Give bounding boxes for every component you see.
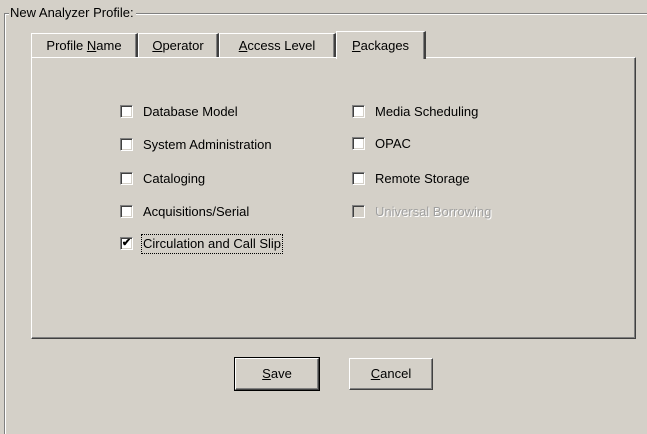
packages-panel: Database Model System Administration Cat… xyxy=(31,57,636,339)
package-label: Acquisitions/Serial xyxy=(143,204,250,219)
tab-operator[interactable]: Operator xyxy=(138,33,219,57)
database-model-checkbox[interactable] xyxy=(120,105,133,118)
cataloging-checkbox[interactable] xyxy=(120,172,133,185)
cancel-button[interactable]: Cancel xyxy=(349,358,433,390)
opac-checkbox[interactable] xyxy=(352,137,365,150)
tab-label: Access Level xyxy=(238,38,316,53)
save-button[interactable]: Save xyxy=(234,357,320,391)
tab-packages[interactable]: Packages xyxy=(336,31,426,59)
remote-storage-checkbox[interactable] xyxy=(352,172,365,185)
package-label: OPAC xyxy=(375,136,411,151)
package-label: Circulation and Call Slip xyxy=(140,234,284,254)
media-scheduling-checkbox[interactable] xyxy=(352,105,365,118)
tab-label: Packages xyxy=(351,38,410,53)
circulation-call-slip-checkbox[interactable]: ✔ xyxy=(120,237,133,250)
package-label: Universal Borrowing xyxy=(375,204,492,219)
system-administration-checkbox[interactable] xyxy=(120,138,133,151)
tab-label: Profile Name xyxy=(46,38,122,53)
package-label: Remote Storage xyxy=(375,171,470,186)
acquisitions-serial-checkbox[interactable] xyxy=(120,205,133,218)
package-label: Database Model xyxy=(143,104,238,119)
package-label: Cataloging xyxy=(143,171,206,186)
tab-access-level[interactable]: Access Level xyxy=(219,33,336,57)
package-label: System Administration xyxy=(143,137,272,152)
groupbox-title: New Analyzer Profile: xyxy=(9,5,136,21)
tab-profile-name[interactable]: Profile Name xyxy=(31,33,138,57)
universal-borrowing-checkbox xyxy=(352,205,365,218)
tab-label: Operator xyxy=(152,38,204,53)
package-label: Media Scheduling xyxy=(375,104,479,119)
